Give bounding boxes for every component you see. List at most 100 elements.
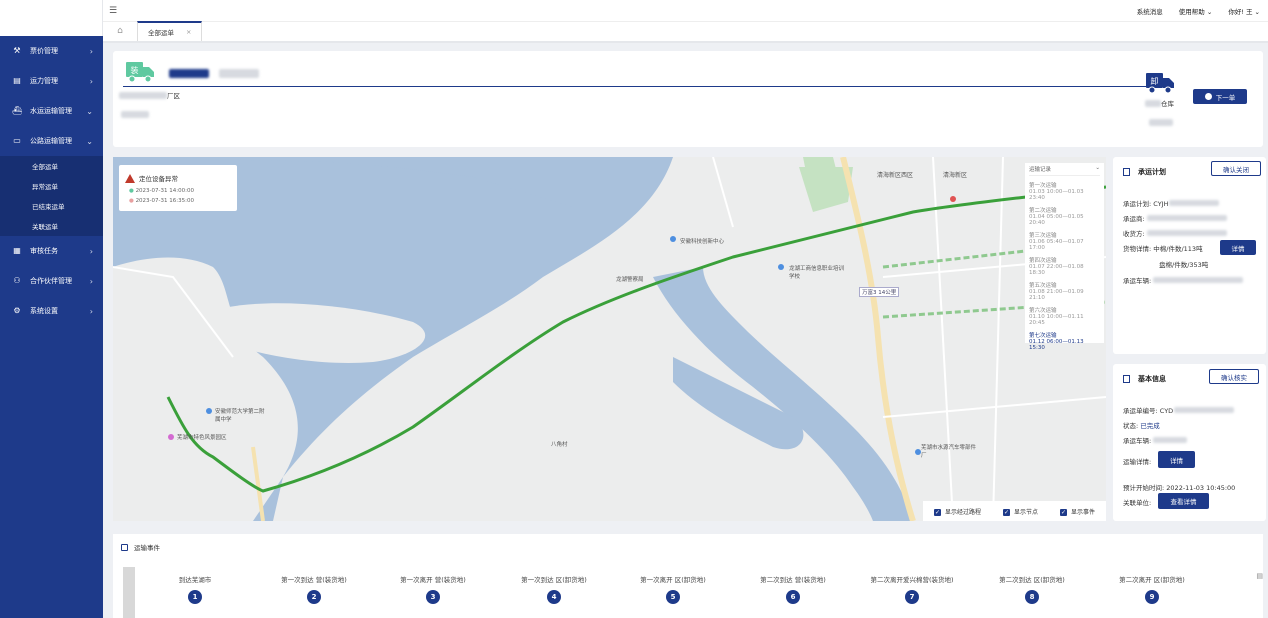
clipboard-icon: ▦ [13, 246, 21, 255]
log-entry[interactable]: 第三次运输 01.06 05:40—01.07 17:00 [1029, 231, 1100, 251]
carrier-plan-title: 承运计划 [1123, 167, 1166, 177]
event-step[interactable]: 第二次到达 营(装货地) 6 [733, 574, 853, 604]
event-step[interactable]: 第一次离开 营(装货地) 3 [373, 574, 493, 604]
sidebar-subitem-ended[interactable]: 已结束运单 [0, 196, 103, 216]
confirm-close-button[interactable]: 确认关闭 [1211, 161, 1261, 176]
map-display-options: ✓ 显示经过路程 ✓ 显示节点 ✓ 显示事件 [923, 501, 1106, 521]
plan-row-goods: 货物详情: 中棉/件数/113吨 [1123, 245, 1203, 253]
order-vehicle: 承运车辆: [1123, 435, 1188, 445]
confirm-verify-button[interactable]: 确认核实 [1209, 369, 1259, 384]
sidebar-logo-area [0, 0, 103, 36]
start-company-subname [219, 69, 259, 78]
checkbox-checked-icon: ✓ [933, 508, 941, 516]
distance-badge: 万富3 14公里 [859, 287, 900, 297]
help-menu[interactable]: 使用帮助 ⌄ [1179, 6, 1213, 16]
log-entry-active[interactable]: 第七次运输 01.12 06:00—01.13 15:30 [1029, 331, 1100, 351]
map-label: 安徽科技创新中心 [680, 239, 725, 245]
checkbox-checked-icon: ✓ [1059, 508, 1067, 516]
gear-icon: ⚙ [13, 306, 21, 315]
related-unit-row: 关联单位: [1123, 499, 1152, 507]
start-company-name [169, 69, 209, 78]
map-label: 龙湖警察局 [616, 277, 644, 283]
users-icon: ⚇ [13, 276, 21, 285]
plan-row-receiver: 收货方: [1123, 228, 1227, 238]
event-step[interactable]: 第二次离开爱兴棉营(装货地) 7 [852, 574, 972, 604]
event-step[interactable]: 第一次离开 区(卸货地) 5 [613, 574, 733, 604]
ship-icon: ⛴ [12, 106, 23, 115]
option-show-events[interactable]: ✓ 显示事件 [1059, 507, 1095, 516]
chevron-right-icon: › [89, 76, 93, 86]
log-entry[interactable]: 第五次运输 01.08 21:00—01.09 21:10 [1029, 281, 1100, 301]
log-entry[interactable]: 第四次运输 01.07 22:00—01.08 18:30 [1029, 256, 1100, 276]
sidebar-item-capacity[interactable]: ▤ 运力管理 › [0, 66, 103, 96]
plan-row-carrier: 承运商: [1123, 213, 1227, 223]
log-entry[interactable]: 第一次运输 01.03 10:00—01.03 23:40 [1029, 181, 1100, 201]
chevron-right-icon: › [89, 306, 93, 316]
sidebar: ⚒ 票价管理 › ▤ 运力管理 › ⛴ 水运运输管理 ⌄ ▭ 公路运输管理 ⌄ 全部运单 异常运… [0, 0, 103, 618]
map-label: 芜湖市水源汽车零部件厂 [921, 445, 977, 459]
option-show-path[interactable]: ✓ 显示经过路程 [933, 507, 981, 516]
event-step[interactable]: 第二次到达 区(卸货地) 8 [972, 574, 1092, 604]
transport-detail-button[interactable]: 详情 [1158, 451, 1195, 468]
home-icon[interactable]: ⌂ [103, 21, 137, 41]
map-label: 清海新区 [943, 172, 968, 179]
close-icon[interactable]: × [186, 28, 191, 36]
log-entry[interactable]: 第六次运输 01.10 10:00—01.11 20:45 [1029, 306, 1100, 326]
event-icon [121, 543, 128, 551]
dot-icon: ● [129, 198, 134, 204]
system-messages-link[interactable]: 系统消息 [1137, 6, 1163, 16]
map-view[interactable]: 清海新区西区 清海新区 安徽科技创新中心 龙湖工商信息职业培训学校 芜湖市水源汽… [113, 157, 1106, 521]
event-step[interactable]: 到达芜湖市 1 [135, 574, 255, 604]
svg-text:卸: 卸 [1151, 76, 1159, 86]
view-detail-button[interactable]: 查看详情 [1158, 493, 1209, 509]
sidebar-item-audit[interactable]: ▦ 审核任务 › [0, 236, 103, 266]
basic-info-panel: 基本信息 确认核实 承运单编号: CYD 状态: 已完成 承运车辆: 运输详情:… [1113, 364, 1266, 521]
plan-detail-button[interactable]: 详情 [1220, 240, 1256, 255]
event-step[interactable]: 第一次到达 营(装货地) 2 [254, 574, 374, 604]
chevron-down-icon: ⌄ [86, 106, 93, 116]
map-label: 安徽师范大学第二附属中学 [215, 409, 265, 423]
plan-row-plan: 承运计划: CYJH [1123, 198, 1220, 208]
sidebar-item-partners[interactable]: ⚇ 合作伙伴管理 › [0, 266, 103, 296]
chevron-right-icon: › [89, 46, 93, 56]
start-location: 厂区 [119, 90, 180, 100]
transport-detail-row: 运输详情: [1123, 458, 1152, 466]
transport-events-panel: 运输事件 ▤ 到达芜湖市 1 第一次到达 营(装货地) 2 第一次离开 营(装货地)… [113, 534, 1263, 618]
map-label: 清海新区西区 [877, 172, 914, 179]
warehouse-icon: ▤ [13, 76, 21, 85]
dot-icon: ● [129, 188, 134, 194]
truck-icon: ▭ [13, 136, 21, 145]
chevron-down-icon: ⌄ [86, 136, 93, 146]
map-label: 芜湖市特色风景园区 [177, 435, 227, 441]
device-alert-box: 定位设备异常 ● 2023-07-31 14:00:00 ● 2023-07-3… [119, 165, 237, 211]
sidebar-item-water[interactable]: ⛴ 水运运输管理 ⌄ [0, 96, 103, 126]
tab-all-waybills[interactable]: 全部运单 × [137, 21, 203, 41]
carrier-plan-panel: 承运计划 确认关闭 承运计划: CYJH 承运商: 收货方: 货物详情: 中棉/… [1113, 157, 1266, 354]
chevron-right-icon: › [89, 246, 93, 256]
transport-log-panel: 运输记录 ⌄ 第一次运输 01.03 10:00—01.03 23:40 第二次运输… [1025, 163, 1104, 351]
transport-events-title: 运输事件 [121, 542, 160, 552]
menu-toggle-icon[interactable]: ☰ [109, 6, 117, 16]
sidebar-item-fare[interactable]: ⚒ 票价管理 › [0, 36, 103, 66]
map-canvas [113, 157, 1106, 521]
order-status: 状态: 已完成 [1123, 422, 1160, 430]
event-step[interactable]: 第二次离开 区(卸货地) 9 [1092, 574, 1212, 604]
sidebar-subitem-all[interactable]: 全部运单 [0, 156, 103, 176]
chevron-right-icon: › [89, 276, 93, 286]
sidebar-item-road[interactable]: ▭ 公路运输管理 ⌄ [0, 126, 103, 156]
end-address [1149, 119, 1173, 126]
scroll-right-icon[interactable]: ▤ [1256, 572, 1263, 580]
tab-bar: ⌂ 全部运单 × [103, 21, 1268, 43]
transport-log-header[interactable]: 运输记录 ⌄ [1029, 165, 1100, 176]
scroll-left-handle[interactable] [123, 567, 135, 618]
option-show-nodes[interactable]: ✓ 显示节点 [1002, 507, 1038, 516]
log-entry[interactable]: 第二次运输 01.04 05:00—01.05 20:40 [1029, 206, 1100, 226]
event-step[interactable]: 第一次到达 区(卸货地) 4 [494, 574, 614, 604]
route-card: 装 厂区 卸 仓库 下一单 [113, 51, 1263, 147]
sidebar-item-settings[interactable]: ⚙ 系统设置 › [0, 296, 103, 326]
top-bar: ☰ 系统消息 使用帮助 ⌄ 你好! 王 ⌄ [103, 0, 1268, 22]
next-order-button[interactable]: 下一单 [1193, 89, 1247, 104]
sidebar-subitem-abnormal[interactable]: 异常运单 [0, 176, 103, 196]
sidebar-subitem-linked[interactable]: 关联运单 [0, 216, 103, 236]
user-menu[interactable]: 你好! 王 ⌄ [1228, 6, 1260, 16]
